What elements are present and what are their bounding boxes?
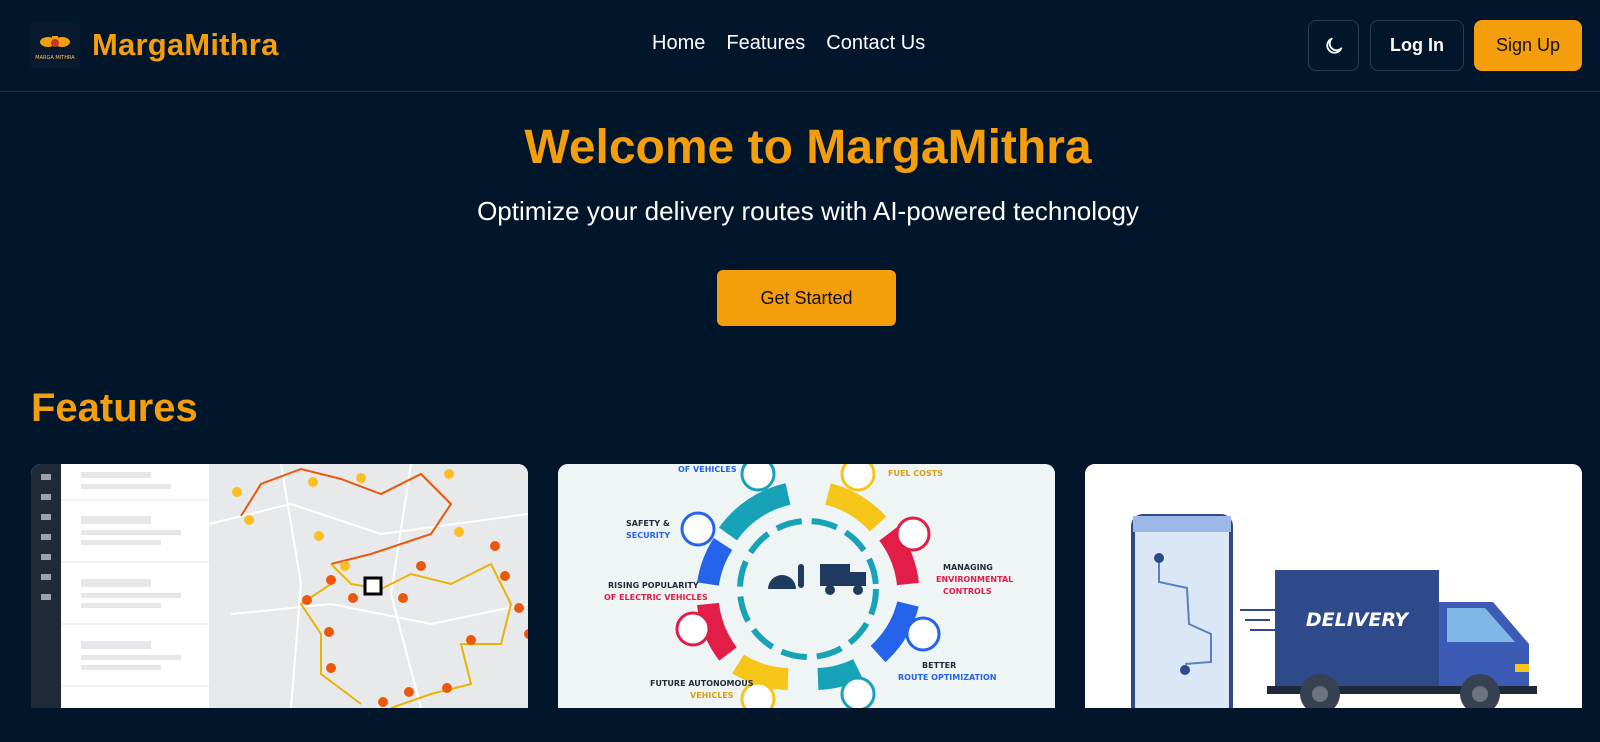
infographic-label: OF VEHICLES bbox=[678, 465, 737, 474]
get-started-button[interactable]: Get Started bbox=[717, 270, 896, 326]
truck-label: DELIVERY bbox=[1306, 609, 1410, 631]
signup-button[interactable]: Sign Up bbox=[1474, 20, 1582, 71]
feature-card-fleet-infographic[interactable]: OF VEHICLES FUEL COSTS SAFETY & SECURITY… bbox=[558, 464, 1055, 708]
infographic-label: ROUTE OPTIMIZATION bbox=[898, 673, 997, 682]
infographic-label: CONTROLS bbox=[943, 587, 992, 596]
features-heading: Features bbox=[31, 386, 198, 430]
infographic-label: MANAGING bbox=[943, 563, 993, 572]
hero-subtitle: Optimize your delivery routes with AI-po… bbox=[477, 196, 1139, 226]
login-button[interactable]: Log In bbox=[1370, 20, 1464, 71]
infographic-label: SAFETY & bbox=[626, 519, 670, 528]
infographic-label: ENVIRONMENTAL bbox=[936, 575, 1013, 584]
route-map-image bbox=[31, 464, 528, 708]
theme-toggle-button[interactable] bbox=[1308, 20, 1359, 71]
nav-home[interactable]: Home bbox=[652, 32, 705, 55]
infographic-label: RISING POPULARITY bbox=[608, 581, 699, 590]
nav-contact-us[interactable]: Contact Us bbox=[826, 32, 925, 55]
feature-card-delivery[interactable]: DELIVERY bbox=[1085, 464, 1582, 708]
infographic-label: SECURITY bbox=[626, 531, 670, 540]
moon-icon bbox=[1325, 37, 1342, 54]
fleet-infographic-image: OF VEHICLES FUEL COSTS SAFETY & SECURITY… bbox=[558, 464, 1055, 708]
top-navbar: MARGA MITHRA MargaMithra Home Features C… bbox=[0, 0, 1600, 92]
infographic-label: VEHICLES bbox=[690, 691, 734, 700]
feature-card-route-map[interactable] bbox=[31, 464, 528, 708]
brand-logo: MARGA MITHRA bbox=[30, 22, 80, 68]
infographic-label: FUTURE AUTONOMOUS bbox=[650, 679, 754, 688]
main-nav: Home Features Contact Us bbox=[652, 32, 925, 55]
delivery-truck-image: DELIVERY bbox=[1085, 464, 1582, 708]
infographic-label: BETTER bbox=[922, 661, 956, 670]
infographic-label: FUEL COSTS bbox=[888, 469, 943, 478]
infographic-label: OF ELECTRIC VEHICLES bbox=[604, 593, 708, 602]
brand[interactable]: MARGA MITHRA MargaMithra bbox=[30, 22, 279, 68]
hero-title: Welcome to MargaMithra bbox=[524, 121, 1092, 174]
brand-name: MargaMithra bbox=[92, 27, 279, 62]
nav-features[interactable]: Features bbox=[726, 32, 805, 55]
brand-logo-text: MARGA MITHRA bbox=[35, 55, 75, 61]
